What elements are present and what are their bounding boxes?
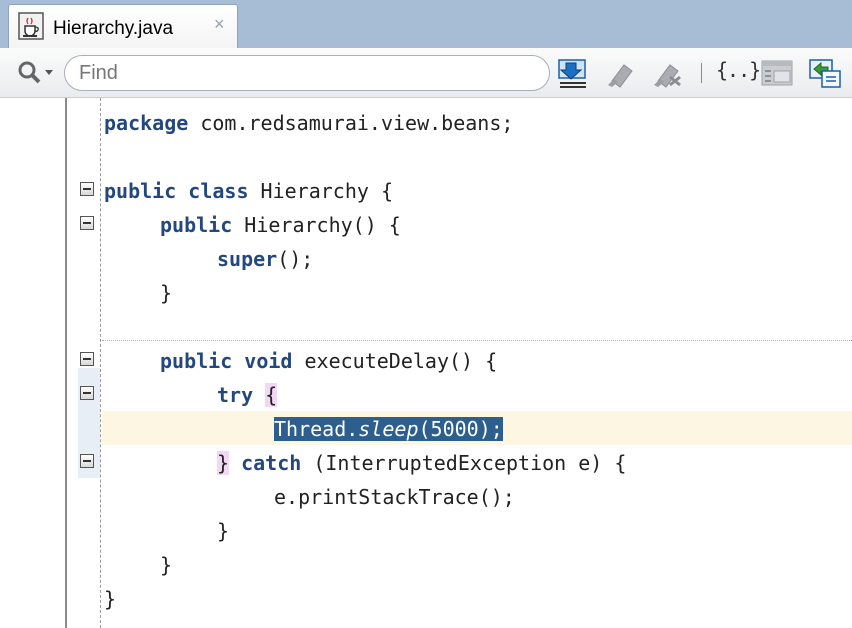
link-editor-icon[interactable]	[808, 57, 842, 89]
editor-toolbar: {..}	[0, 48, 852, 98]
fold-toggle-class[interactable]	[80, 182, 94, 196]
fold-toggle-try[interactable]	[80, 386, 94, 400]
tab-title: Hierarchy.java	[53, 18, 174, 39]
braces-icon[interactable]: {..}	[716, 58, 761, 82]
text-selection: Thread.sleep(5000);	[274, 417, 503, 441]
toggle-line-numbers-icon[interactable]	[760, 57, 794, 89]
fold-toggle-method[interactable]	[80, 352, 94, 366]
code-line: public Hierarchy() {	[160, 213, 401, 237]
clear-highlight-icon[interactable]	[650, 57, 684, 89]
editor-tab-strip: Hierarchy.java ×	[0, 0, 852, 48]
search-menu-icon[interactable]	[16, 59, 60, 87]
code-line-selected: Thread.sleep(5000);	[274, 412, 503, 446]
code-line: }	[160, 281, 173, 305]
code-line: e.printStackTrace();	[274, 485, 515, 509]
code-line: package com.redsamurai.view.beans;	[104, 111, 514, 135]
code-line: }	[104, 587, 117, 611]
code-line: super();	[217, 247, 314, 271]
fold-toggle-catch[interactable]	[80, 454, 94, 468]
fold-guide-line	[100, 98, 101, 628]
code-line: public void executeDelay() {	[160, 349, 498, 373]
fold-toggle-constructor[interactable]	[80, 216, 94, 230]
java-file-icon	[18, 12, 44, 40]
code-line: }	[160, 553, 173, 577]
highlight-icon[interactable]	[604, 57, 638, 89]
toolbar-separator	[701, 63, 702, 83]
navigate-down-icon[interactable]	[556, 57, 590, 89]
code-line: try {	[217, 383, 278, 407]
line-gutter[interactable]	[0, 98, 67, 628]
matched-brace: }	[217, 451, 230, 475]
code-line: public class Hierarchy {	[104, 179, 394, 203]
code-editor[interactable]: package com.redsamurai.view.beans; publi…	[0, 98, 852, 628]
find-input[interactable]	[64, 55, 550, 91]
method-separator	[102, 340, 852, 341]
code-line: } catch (InterruptedException e) {	[217, 451, 627, 475]
matched-brace: {	[265, 383, 278, 407]
code-line: }	[217, 519, 230, 543]
tab-hierarchy-java[interactable]: Hierarchy.java ×	[8, 4, 238, 48]
close-tab-icon[interactable]: ×	[214, 14, 225, 35]
